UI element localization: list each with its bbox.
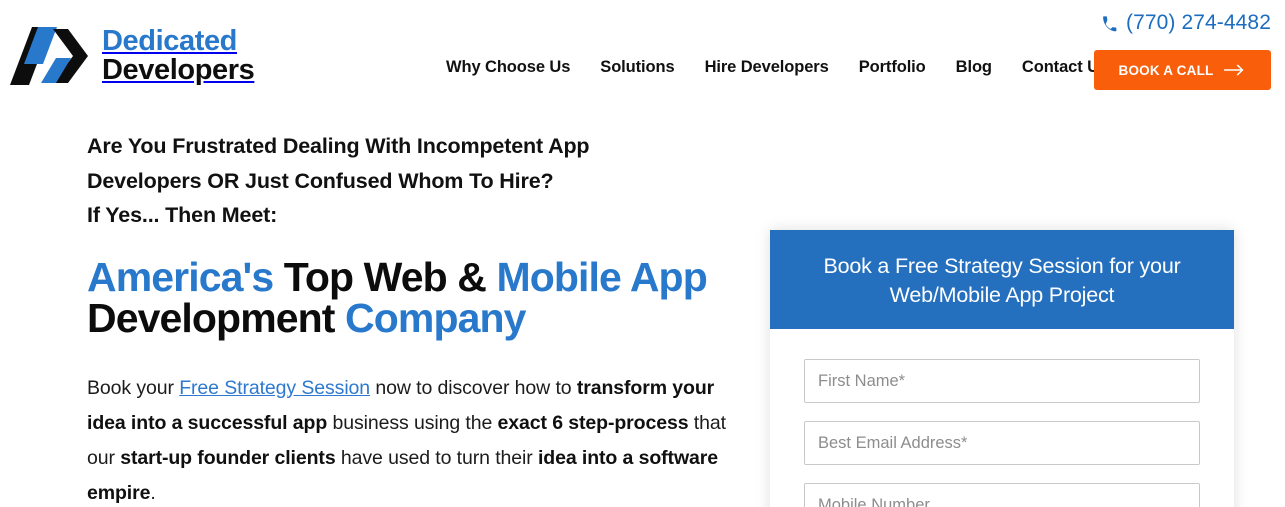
headline-part-development: Development [87,294,346,341]
hero-eyebrow-line-2: Developers OR Just Confused Whom To Hire… [87,168,554,193]
hero-eyebrow-line-1: Are You Frustrated Dealing With Incompet… [87,134,590,158]
headline-part-company: Company [345,294,526,341]
main-navigation: Why Choose Us Solutions Hire Developers … [446,58,1108,77]
headline-part-americas: America's [87,253,284,300]
nav-item-blog[interactable]: Blog [956,58,992,77]
para-bold-3: start-up founder clients [120,446,336,469]
para-text-3: business using the [327,411,498,434]
nav-item-why-choose-us[interactable]: Why Choose Us [446,58,570,77]
book-a-call-button[interactable]: BOOK A CALL [1094,50,1271,90]
para-text-6: . [150,481,156,504]
phone-icon [1103,15,1117,31]
first-name-input[interactable] [804,359,1200,403]
mobile-number-input[interactable] [804,483,1200,507]
form-card-body: What do you want to accomplish?* Select.… [770,329,1234,507]
para-text-2: now to discover how to [370,376,577,399]
hero-eyebrow: Are You Frustrated Dealing With Incompet… [87,129,737,233]
logo-line-2: Developers [102,54,255,86]
nav-item-portfolio[interactable]: Portfolio [859,58,926,77]
hero-paragraph: Book your Free Strategy Session now to d… [87,371,737,507]
logo-line-1: Dedicated [102,25,237,57]
para-text-1: Book your [87,376,180,399]
headline-part-top-web: Top Web & [283,253,497,300]
para-bold-2: exact 6 step-process [497,411,689,434]
para-text-5: have used to turn their [335,446,538,469]
strategy-session-form-card: Book a Free Strategy Session for your We… [770,230,1234,507]
site-header: Dedicated Developers Why Choose Us Solut… [0,0,1285,110]
form-card-title: Book a Free Strategy Session for your We… [823,254,1181,307]
form-card-header: Book a Free Strategy Session for your We… [770,230,1234,329]
headline-part-mobile-app: Mobile App [496,253,707,300]
nav-item-solutions[interactable]: Solutions [600,58,674,77]
code-arrow-logo-icon [10,27,88,85]
hero-eyebrow-line-3: If Yes... Then Meet: [87,203,278,227]
email-input[interactable] [804,421,1200,465]
nav-item-hire-developers[interactable]: Hire Developers [705,58,829,77]
free-strategy-session-link[interactable]: Free Strategy Session [179,377,370,399]
phone-number: (770) 274-4482 [1125,11,1271,34]
book-a-call-label: BOOK A CALL [1118,62,1214,78]
logo-wordmark: Dedicated Developers [102,25,255,86]
phone-link[interactable]: (770) 274-4482 [1101,11,1271,35]
arrow-right-icon [1224,64,1244,76]
site-logo[interactable]: Dedicated Developers [10,25,255,86]
hero-copy: Are You Frustrated Dealing With Incompet… [87,129,737,507]
page-title: America's Top Web & Mobile App Developme… [87,253,737,341]
hero-section: Are You Frustrated Dealing With Incompet… [0,110,1285,507]
